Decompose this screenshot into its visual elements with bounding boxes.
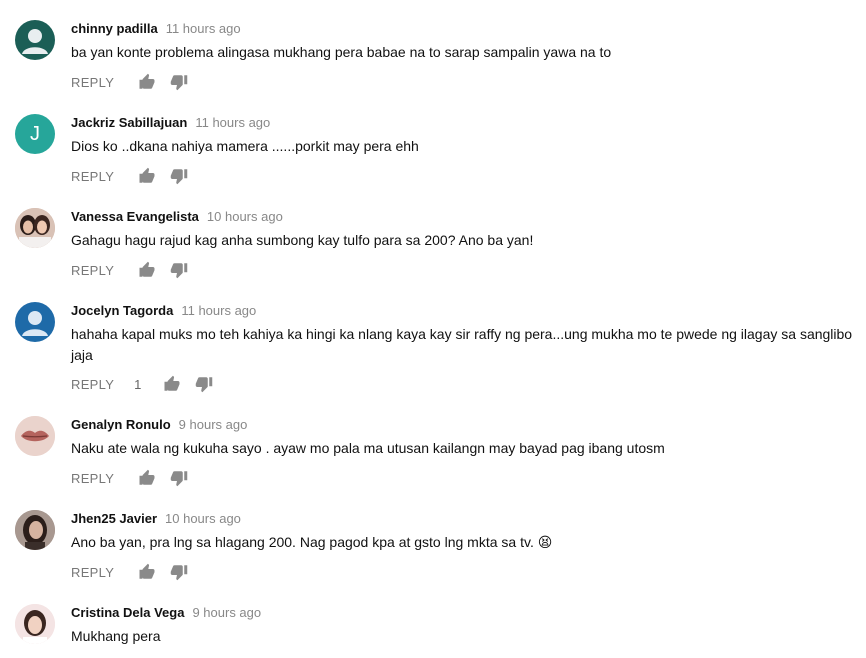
thumbs-down-icon[interactable] [170,167,188,185]
thumbs-down-icon[interactable] [170,261,188,279]
thumbs-up-icon[interactable] [138,261,156,279]
avatar[interactable] [15,302,55,342]
comment-header: Vanessa Evangelista 10 hours ago [71,208,283,226]
profile-photo-icon [15,208,55,248]
reply-button[interactable]: REPLY [71,75,114,90]
comment-time[interactable]: 10 hours ago [165,511,241,526]
comment-text: ba yan konte problema alingasa mukhang p… [71,44,612,60]
comment-actions: REPLY [71,562,202,582]
profile-photo-icon [15,604,55,644]
comment-time[interactable]: 10 hours ago [207,209,283,224]
avatar-letter: J [30,122,40,145]
comment-header: Jhen25 Javier 10 hours ago [71,510,241,528]
thumbs-up-icon[interactable] [138,469,156,487]
avatar[interactable] [15,20,55,60]
default-person-icon [22,29,48,54]
comment-text: Dios ko ..dkana nahiya mamera ......pork… [71,138,419,154]
comment-time[interactable]: 11 hours ago [181,303,256,318]
avatar[interactable] [15,416,55,456]
thumbs-up-icon[interactable] [138,563,156,581]
reply-button[interactable]: REPLY [71,377,114,392]
comment-text: Gahagu hagu rajud kag anha sumbong kay t… [71,232,534,248]
comment-text: Mukhang pera [71,628,161,644]
like-count: 1 [134,376,142,392]
comment-actions: REPLY [71,166,202,186]
avatar[interactable] [15,510,55,550]
author-name[interactable]: Jackriz Sabillajuan [71,115,187,130]
author-name[interactable]: Vanessa Evangelista [71,209,199,224]
thumbs-up-icon[interactable] [138,73,156,91]
author-name[interactable]: chinny padilla [71,21,158,36]
author-name[interactable]: Cristina Dela Vega [71,605,184,620]
comment-time[interactable]: 11 hours ago [166,21,241,36]
thumbs-down-icon[interactable] [195,375,213,393]
thumbs-up-icon[interactable] [163,375,181,393]
comment-header: chinny padilla 11 hours ago [71,20,241,38]
comment-actions: REPLY 1 [71,374,227,394]
avatar[interactable] [15,604,55,644]
reply-button[interactable]: REPLY [71,169,114,184]
reply-button[interactable]: REPLY [71,565,114,580]
comment-actions: REPLY [71,72,202,92]
comment-text: Ano ba yan, pra lng sa hlagang 200. Nag … [71,534,553,550]
author-name[interactable]: Genalyn Ronulo [71,417,171,432]
profile-photo-icon [15,510,55,550]
comment-time[interactable]: 9 hours ago [179,417,248,432]
default-person-icon [22,311,48,336]
comment-actions: REPLY [71,260,202,280]
thumbs-down-icon[interactable] [170,469,188,487]
thumbs-up-icon[interactable] [138,167,156,185]
author-name[interactable]: Jhen25 Javier [71,511,157,526]
avatar[interactable]: J [15,114,55,154]
avatar[interactable] [15,208,55,248]
reply-button[interactable]: REPLY [71,471,114,486]
thumbs-down-icon[interactable] [170,563,188,581]
author-name[interactable]: Jocelyn Tagorda [71,303,173,318]
reply-button[interactable]: REPLY [71,263,114,278]
comment-header: Cristina Dela Vega 9 hours ago [71,604,261,622]
comment-header: Jocelyn Tagorda 11 hours ago [71,302,256,320]
comment-header: Jackriz Sabillajuan 11 hours ago [71,114,270,132]
comment-header: Genalyn Ronulo 9 hours ago [71,416,247,434]
comment-time[interactable]: 11 hours ago [195,115,270,130]
comment-time[interactable]: 9 hours ago [192,605,261,620]
thumbs-down-icon[interactable] [170,73,188,91]
profile-photo-icon [15,416,55,456]
comment-actions: REPLY [71,468,202,488]
comment-text: Naku ate wala ng kukuha sayo . ayaw mo p… [71,440,665,456]
comment-text: hahaha kapal muks mo teh kahiya ka hingi… [71,326,853,363]
